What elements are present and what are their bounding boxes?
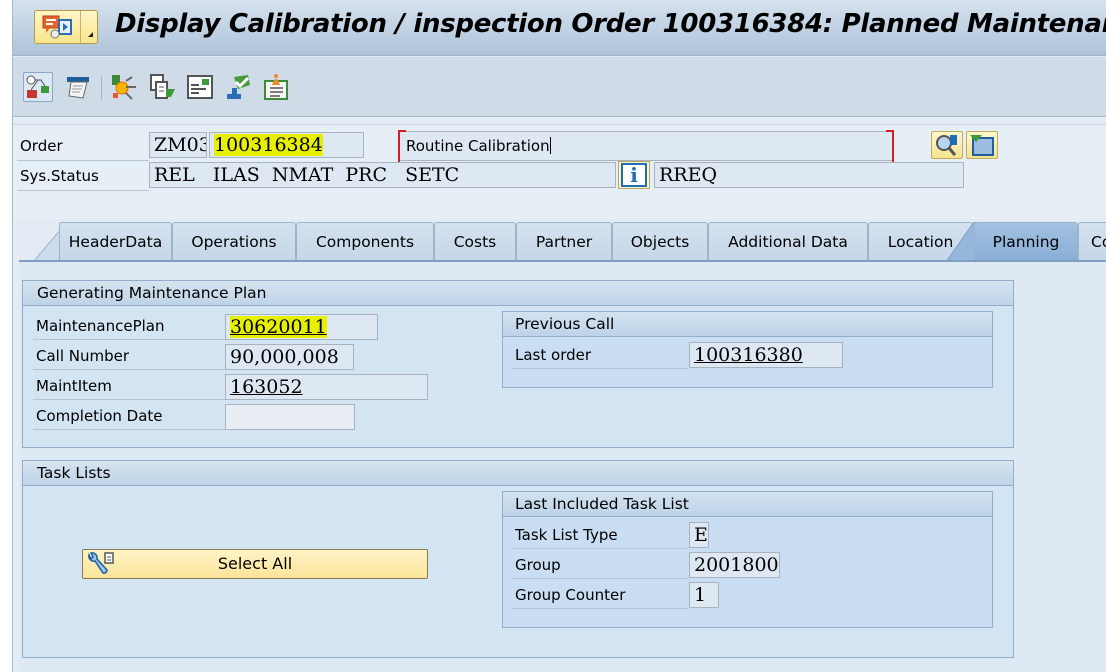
tab-components[interactable]: Components [296, 222, 434, 261]
tab-headerdata[interactable]: HeaderData [59, 222, 172, 261]
print-icon[interactable] [63, 72, 93, 102]
tab-additional-data[interactable]: Additional Data [708, 222, 868, 261]
previous-call-group: Previous Call Last order 100316380 [502, 311, 993, 388]
task-list-type-field: E [689, 522, 709, 548]
label-underline [33, 399, 225, 400]
document-display-icon[interactable] [185, 72, 215, 102]
select-all-label: Select All [217, 554, 293, 573]
label-underline [33, 429, 225, 430]
search-object-icon [936, 135, 957, 156]
label-underline [17, 160, 149, 161]
completion-date-label: Completion Date [36, 407, 163, 425]
call-number-label: Call Number [36, 347, 130, 365]
notification-bell-icon[interactable] [261, 72, 291, 102]
order-description-value: Routine Calibration [406, 137, 550, 155]
maintenance-plan-field[interactable]: 30620011 [225, 314, 378, 340]
group-title: Previous Call [503, 312, 992, 337]
last-included-task-list-group: Last Included Task List Task List Type E… [502, 491, 993, 628]
text-cursor [549, 137, 551, 154]
wrench-list-icon [85, 551, 117, 586]
label-underline [512, 368, 689, 369]
maintenance-plan-label: MaintenancePlan [36, 317, 165, 335]
active-tab-slant [946, 222, 976, 262]
tab-co[interactable]: Co [1078, 222, 1106, 261]
order-number-field[interactable]: 100316384 [209, 132, 364, 158]
info-icon: i [621, 163, 647, 187]
tab-costs[interactable]: Costs [434, 222, 516, 261]
group-field: 20018003 [689, 552, 780, 578]
group-title: Generating Maintenance Plan [23, 281, 1013, 306]
sap-window: Display Calibration / inspection Order 1… [12, 0, 1106, 672]
tab-objects[interactable]: Objects [612, 222, 708, 261]
group-title: Last Included Task List [503, 492, 992, 517]
completion-date-field [225, 404, 355, 430]
sap-menu-button[interactable] [34, 10, 98, 44]
group-label: Group [515, 556, 561, 574]
group-title: Task Lists [23, 461, 1013, 486]
application-toolbar [13, 57, 1106, 117]
toolbar-separator [101, 76, 102, 100]
last-order-field[interactable]: 100316380 [689, 342, 843, 368]
order-description-input[interactable]: Routine Calibration [398, 130, 894, 166]
task-list-type-label: Task List Type [515, 526, 618, 544]
maint-item-value[interactable]: 163052 [230, 376, 303, 398]
generating-maintenance-plan-group: Generating Maintenance Plan MaintenanceP… [22, 280, 1014, 448]
order-label: Order [20, 137, 63, 155]
planning-tab-content: Generating Maintenance Plan MaintenanceP… [19, 262, 1106, 672]
sys-status-label: Sys.Status [20, 167, 99, 185]
display-object-button[interactable] [931, 131, 963, 159]
tab-planning[interactable]: Planning [974, 222, 1078, 261]
label-underline [33, 339, 225, 340]
task-lists-group: Task Lists Select All Last Included Task… [22, 460, 1014, 658]
order-number-value: 100316384 [214, 134, 323, 156]
sap-menu-icon [35, 11, 81, 43]
release-check-icon[interactable] [223, 72, 253, 102]
menu-dropdown-arrow-icon [81, 11, 97, 43]
title-bar: Display Calibration / inspection Order 1… [13, 0, 1106, 56]
maintenance-plan-value[interactable]: 30620011 [230, 316, 327, 338]
page-title: Display Calibration / inspection Order 1… [115, 9, 1106, 39]
label-underline [17, 190, 149, 191]
tab-strip: HeaderData Operations Components Costs P… [13, 222, 1106, 262]
last-order-label: Last order [515, 346, 592, 364]
last-order-value[interactable]: 100316380 [694, 344, 803, 366]
label-underline [512, 608, 689, 609]
tab-partner[interactable]: Partner [516, 222, 612, 261]
status-filter-button[interactable] [966, 131, 998, 159]
status-info-button[interactable]: i [618, 161, 650, 189]
filter-window-icon [970, 135, 994, 156]
select-all-button[interactable]: Select All [82, 549, 428, 579]
hierarchy-icon[interactable] [23, 72, 53, 102]
copy-document-icon[interactable] [147, 72, 177, 102]
call-number-field: 90,000,008 [225, 344, 354, 370]
maint-item-field[interactable]: 163052 [225, 374, 428, 400]
tab-operations[interactable]: Operations [172, 222, 296, 261]
system-status-field: REL ILAS NMAT PRC SETC [149, 162, 616, 188]
order-header: Order ZM03 100316384 Routine Calibration… [13, 124, 1106, 219]
label-underline [512, 578, 689, 579]
order-type-field[interactable]: ZM03 [149, 132, 207, 158]
maint-item-label: MaintItem [36, 377, 112, 395]
user-status-field: RREQ [654, 162, 964, 188]
label-underline [33, 369, 225, 370]
workflow-icon[interactable] [109, 72, 139, 102]
label-underline [512, 548, 689, 549]
group-counter-label: Group Counter [515, 586, 626, 604]
group-counter-field: 1 [689, 582, 719, 608]
